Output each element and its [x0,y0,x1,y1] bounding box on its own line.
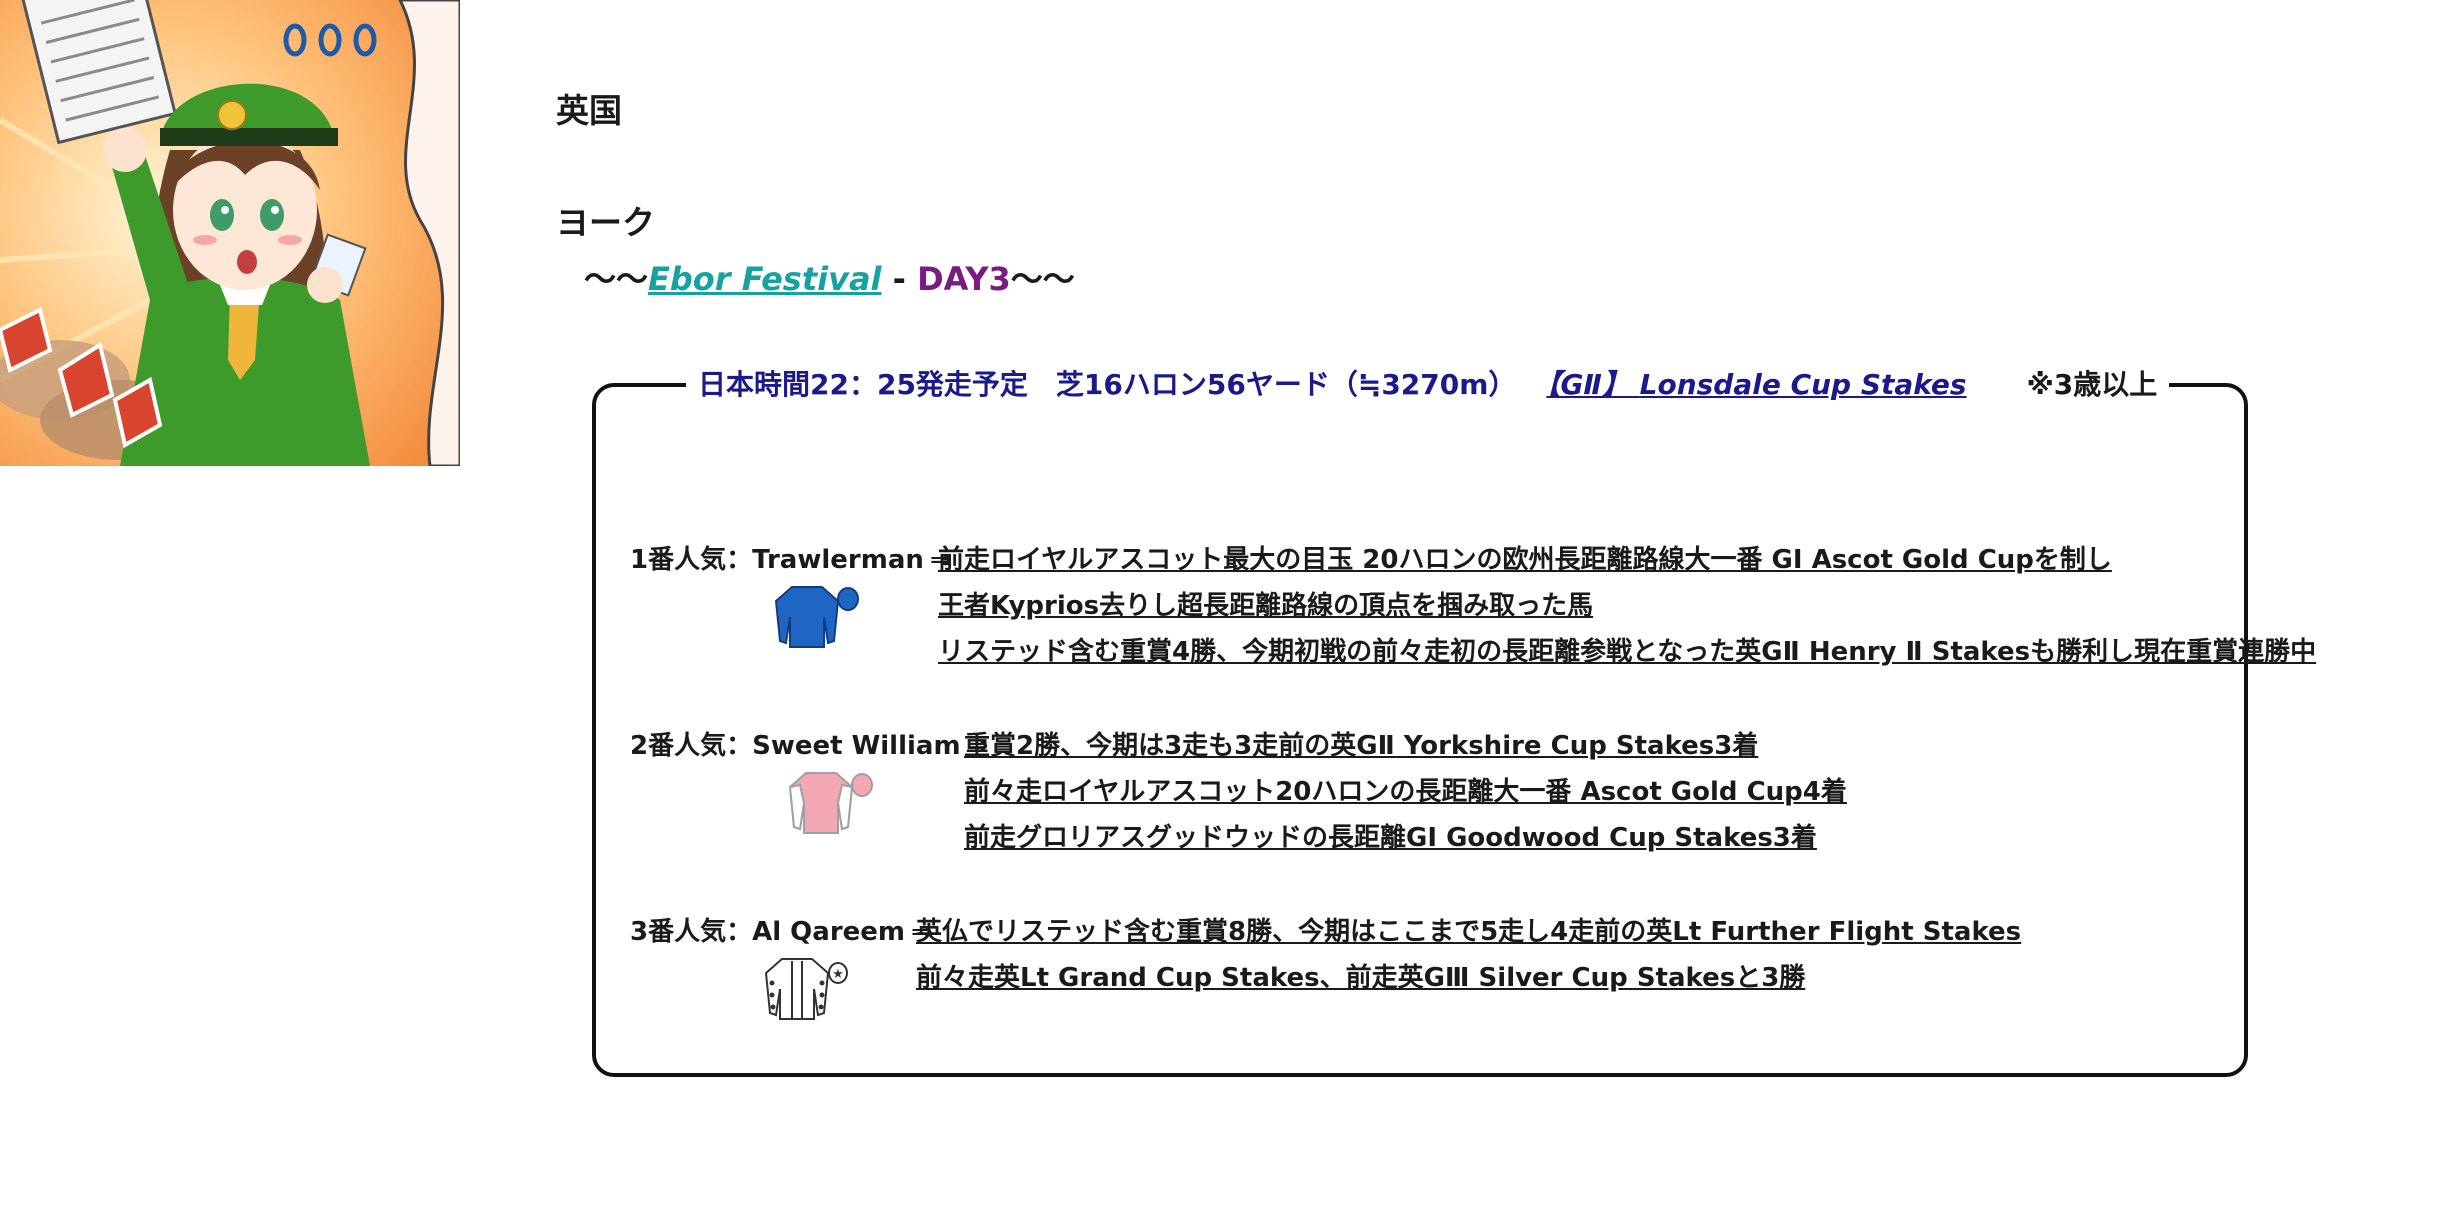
festival-prefix: ～～ [584,260,649,298]
horse-name: Sweet William [752,731,961,761]
venue-heading: ヨーク [556,203,655,242]
silks-icon: ★ [764,958,848,1020]
horse-name: Al Qareem [752,917,906,947]
race-box: 日本時間22：25発走予定 芝16ハロン56ヤード（≒3270m） 【GⅡ】 Lo… [592,363,2316,1077]
pick-rank: 2番人気： [630,731,753,761]
race-name: Lonsdale Cup Stakes [1639,368,1967,401]
race-title-link[interactable]: 【GⅡ】 Lonsdale Cup Stakes [1546,368,1966,401]
country-heading: 英国 [556,91,622,130]
festival-line: ～～Ebor Festival - DAY3～～ [584,254,1075,300]
pick-1-note-1[interactable]: 前走ロイヤルアスコット最大の目玉 20ハロンの欧州長距離路線大一番 GⅠ Asc… [938,539,2112,576]
pick-rank: 1番人気： [630,545,753,575]
pick-3: 3番人気：Al Qareem ⇒ [630,911,939,948]
race-time-distance: 日本時間22：25発走予定 芝16ハロン56ヤード（≒3270m） [698,368,1517,401]
pick-3-note-1[interactable]: 英仏でリステッド含む重賞8勝、今期はここまで5走し4走前の英Lt Further… [916,911,2021,948]
pick-2-note-1[interactable]: 重賞2勝、今期は3走も3走前の英GⅡ Yorkshire Cup Stakes3… [964,725,1758,762]
silks-icon [788,772,873,834]
pick-2: 2番人気：Sweet William ⇒ [630,725,994,762]
pick-1: 1番人気：Trawlerman ⇒ [630,539,958,576]
race-grade: 【GⅡ】 [1546,368,1630,401]
pick-1-note-3[interactable]: リステッド含む重賞4勝、今期初戦の前々走初の長距離参戦となった英GⅡ Henry… [938,631,2316,668]
horse-name: Trawlerman [752,545,924,575]
pick-1-note-2[interactable]: 王者Kyprios去りし超長距離路線の頂点を掴み取った馬 [938,585,1593,622]
pick-2-note-3[interactable]: 前走グロリアスグッドウッドの長距離GⅠ Goodwood Cup Stakes3… [964,817,1817,854]
race-header: 日本時間22：25発走予定 芝16ハロン56ヤード（≒3270m） 【GⅡ】 Lo… [686,363,2170,403]
pick-rank: 3番人気： [630,917,753,947]
festival-day: DAY3 [917,260,1011,298]
festival-link[interactable]: Ebor Festival [648,260,881,298]
svg-text:★: ★ [832,967,844,982]
pick-3-note-2[interactable]: 前々走英Lt Grand Cup Stakes、前走英GⅢ Silver Cup… [916,957,1805,994]
mascot-illustration [0,0,460,466]
festival-separator: - [881,260,918,298]
silks-icon [774,586,859,648]
pick-2-note-2[interactable]: 前々走ロイヤルアスコット20ハロンの長距離大一番 Ascot Gold Cup4… [964,771,1847,808]
festival-suffix: ～～ [1010,260,1075,298]
race-age-condition: ※3歳以上 [2026,368,2158,401]
